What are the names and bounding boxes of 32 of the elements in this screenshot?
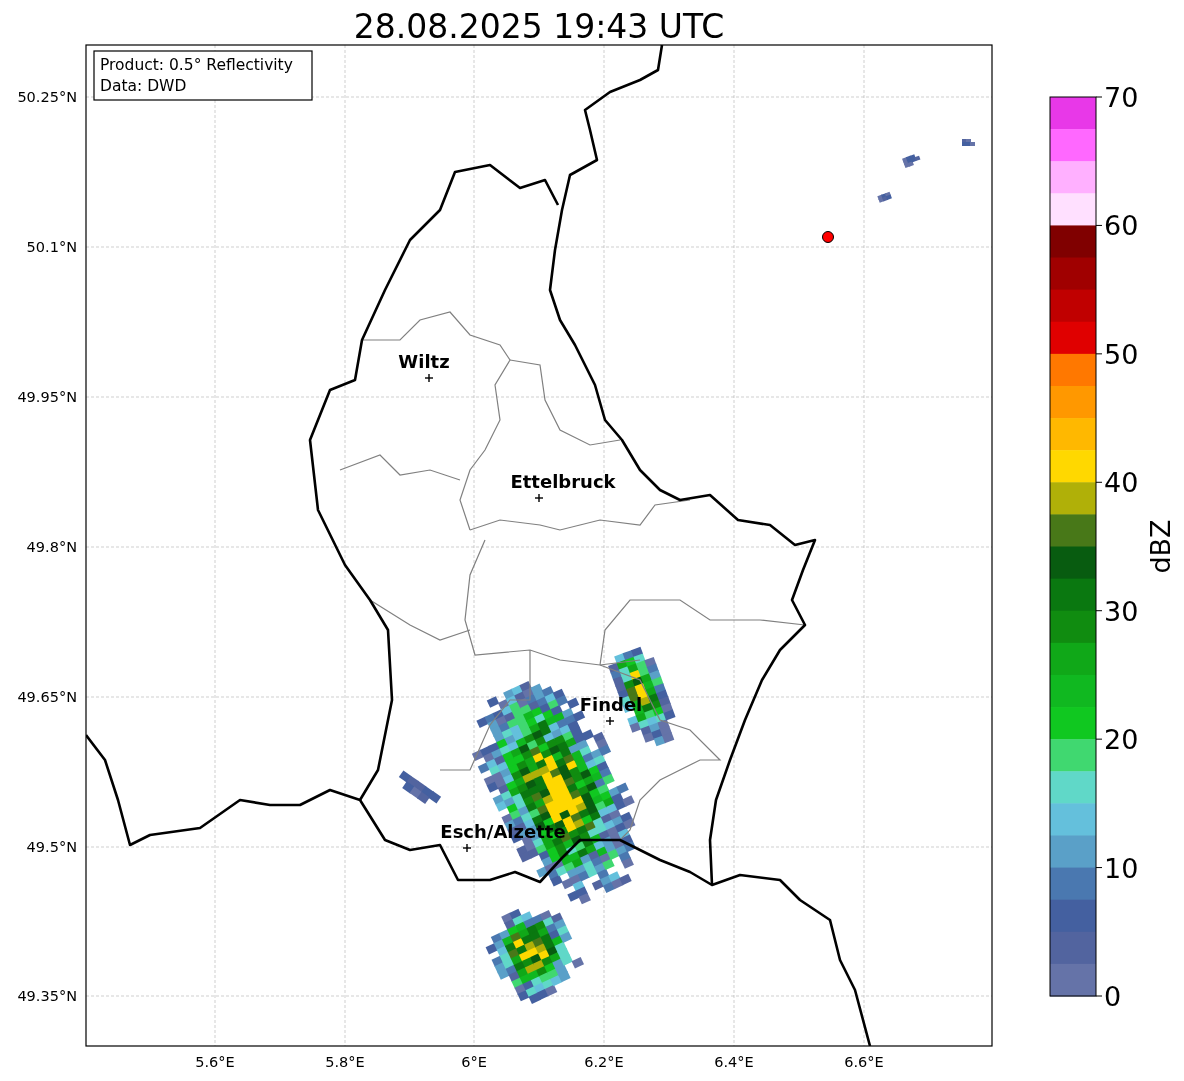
colorbar-tick-label: 30 [1104, 595, 1139, 627]
city-marker-icon [462, 843, 472, 853]
city-marker-icon [424, 373, 434, 383]
city-label: Wiltz [398, 351, 450, 372]
colorbar-tick-label: 50 [1104, 338, 1139, 370]
city-marker-icon [534, 493, 544, 503]
x-tick-label: 5.8°E [325, 1054, 365, 1070]
y-tick-label: 49.65°N [17, 689, 77, 705]
x-tick-label: 6°E [461, 1054, 487, 1070]
city-label: Ettelbruck [510, 471, 616, 492]
y-tick-label: 49.5°N [26, 839, 77, 855]
x-tick-label: 6.4°E [714, 1054, 754, 1070]
x-tick-label: 6.2°E [584, 1054, 624, 1070]
y-tick-label: 50.25°N [17, 89, 77, 105]
chart-title: 28.08.2025 19:43 UTC [353, 7, 725, 46]
colorbar-tick-label: 10 [1104, 852, 1139, 884]
info-text: Data: DWD [100, 77, 187, 95]
colorbar-tick-label: 70 [1104, 82, 1139, 113]
location-dot [822, 231, 834, 243]
y-tick-label: 49.8°N [26, 539, 77, 555]
y-tick-label: 50.1°N [26, 239, 77, 255]
colorbar-tick-label: 60 [1104, 210, 1139, 242]
colorbar-tick-label: 20 [1104, 724, 1139, 756]
x-tick-label: 5.6°E [195, 1054, 235, 1070]
info-text: Product: 0.5° Reflectivity [100, 56, 293, 74]
y-tick-label: 49.35°N [17, 988, 77, 1004]
colorbar-tick-label: 40 [1104, 467, 1139, 499]
y-tick-label: 49.95°N [17, 389, 77, 405]
colorbar-label: dBZ [1145, 519, 1176, 574]
x-tick-label: 6.6°E [844, 1054, 884, 1070]
city-marker-icon [605, 716, 615, 726]
colorbar-tick-label: 0 [1104, 981, 1122, 1012]
